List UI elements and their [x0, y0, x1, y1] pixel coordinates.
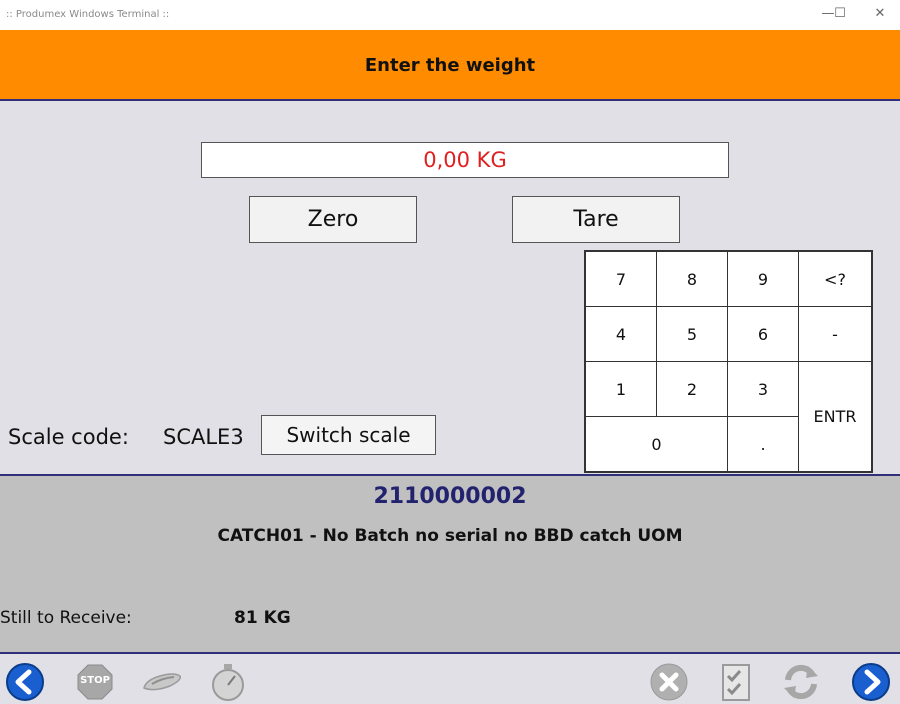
maximize-icon[interactable]: ☐ — [829, 4, 851, 24]
key-0[interactable]: 0 — [585, 416, 728, 472]
close-icon[interactable]: ✕ — [869, 4, 891, 24]
stop-label: STOP — [80, 675, 110, 686]
switch-scale-button[interactable]: Switch scale — [261, 415, 436, 455]
forward-arrow-icon[interactable] — [851, 662, 891, 702]
scale-code-value: SCALE3 — [163, 425, 244, 449]
refresh-icon[interactable] — [780, 662, 820, 702]
item-code: 2110000002 — [373, 484, 527, 509]
footer-toolbar: STOP — [0, 654, 900, 704]
weight-panel: 0,00 KG Zero Tare 7 8 9 <? 4 5 6 - 1 2 3… — [0, 101, 900, 474]
key-dot[interactable]: . — [727, 416, 799, 472]
key-9[interactable]: 9 — [727, 251, 799, 307]
page-header: Enter the weight — [0, 30, 900, 101]
cancel-icon[interactable] — [649, 662, 689, 702]
stop-icon[interactable]: STOP — [75, 662, 115, 702]
numeric-keypad: 7 8 9 <? 4 5 6 - 1 2 3 ENTR 0 . — [584, 250, 873, 473]
key-4[interactable]: 4 — [585, 306, 657, 362]
checklist-icon[interactable] — [716, 662, 756, 702]
key-8[interactable]: 8 — [656, 251, 728, 307]
key-3[interactable]: 3 — [727, 361, 799, 417]
scale-code-label: Scale code: — [8, 425, 129, 449]
still-to-receive-value: 81 KG — [234, 608, 291, 628]
stopwatch-icon[interactable] — [208, 662, 248, 702]
window-titlebar: :: Produmex Windows Terminal :: — ☐ ✕ — [0, 0, 900, 30]
weight-input[interactable]: 0,00 KG — [201, 142, 729, 178]
zero-button[interactable]: Zero — [249, 196, 417, 243]
key-7[interactable]: 7 — [585, 251, 657, 307]
tare-button[interactable]: Tare — [512, 196, 680, 243]
back-arrow-icon[interactable] — [5, 662, 45, 702]
page-title: Enter the weight — [364, 55, 536, 76]
item-info-panel: 2110000002 CATCH01 - No Batch no serial … — [0, 474, 900, 654]
key-minus[interactable]: - — [798, 306, 872, 362]
key-1[interactable]: 1 — [585, 361, 657, 417]
key-2[interactable]: 2 — [656, 361, 728, 417]
scanner-icon[interactable] — [140, 662, 182, 702]
key-backspace[interactable]: <? — [798, 251, 872, 307]
key-5[interactable]: 5 — [656, 306, 728, 362]
key-enter[interactable]: ENTR — [798, 361, 872, 472]
item-description: CATCH01 - No Batch no serial no BBD catc… — [217, 526, 683, 546]
window-title: :: Produmex Windows Terminal :: — [6, 9, 170, 20]
still-to-receive-label: Still to Receive: — [0, 608, 132, 628]
key-6[interactable]: 6 — [727, 306, 799, 362]
